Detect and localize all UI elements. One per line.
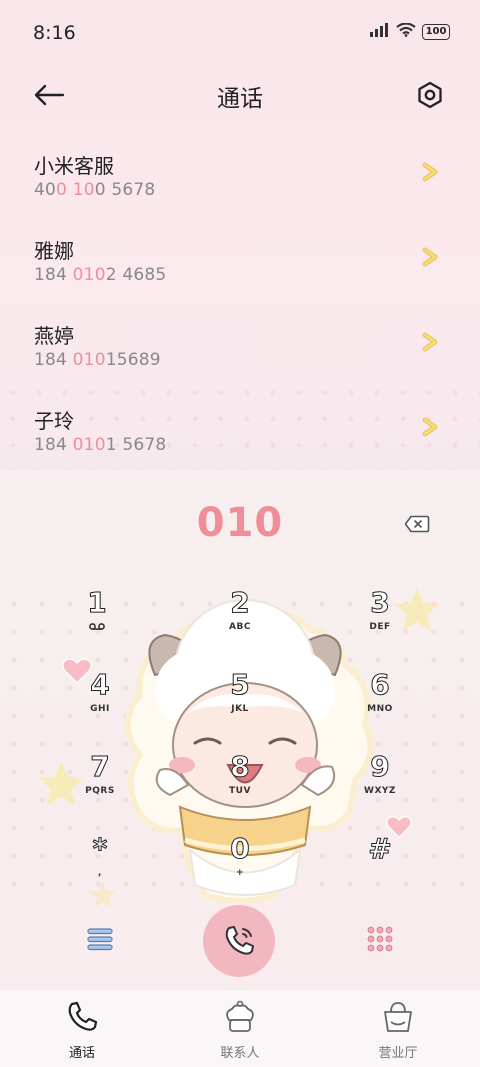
contact-number: 400 100 5678 <box>34 180 156 200</box>
page-title: 通话 <box>217 86 263 112</box>
key-7[interactable]: 7 PQRS <box>55 751 145 822</box>
contact-name: 燕婷 <box>34 324 74 348</box>
nav-item-service-hall[interactable]: 营业厅 <box>348 998 448 1061</box>
contact-row[interactable]: 燕婷 184 01015689 <box>0 300 480 385</box>
dialpad-toggle-button[interactable] <box>366 925 394 953</box>
wifi-icon <box>396 22 416 41</box>
contact-number: 184 0101 5678 <box>34 435 167 455</box>
contact-list: 小米客服 400 100 5678 雅娜 184 0102 4685 燕婷 18… <box>0 130 480 470</box>
key-3[interactable]: 3 DEF <box>335 587 425 658</box>
status-bar: 8:16 100 <box>0 0 480 66</box>
contact-name: 雅娜 <box>34 239 74 263</box>
key-9[interactable]: 9 WXYZ <box>335 751 425 822</box>
chevron-right-icon[interactable] <box>420 417 440 437</box>
chevron-right-icon[interactable] <box>420 247 440 267</box>
key-1[interactable]: 1 <box>52 587 142 658</box>
settings-hexagon-icon <box>418 81 442 109</box>
key-2[interactable]: 2 ABC <box>195 587 285 658</box>
contact-row[interactable]: 雅娜 184 0102 4685 <box>0 215 480 300</box>
chevron-right-icon[interactable] <box>420 162 440 182</box>
backspace-icon[interactable] <box>404 515 430 533</box>
contact-number: 184 0102 4685 <box>34 265 167 285</box>
phone-icon <box>68 1001 98 1031</box>
dialpad-grid-icon <box>367 926 393 952</box>
contact-row[interactable]: 子玲 184 0101 5678 <box>0 385 480 470</box>
bottom-navigation: 通话 联系人 营业厅 <box>0 990 480 1067</box>
menu-lines-icon <box>87 928 113 951</box>
phone-call-icon <box>225 926 254 955</box>
header: 通话 <box>0 70 480 120</box>
status-time: 8:16 <box>33 22 76 44</box>
settings-button[interactable] <box>410 75 450 115</box>
key-star[interactable]: * , <box>55 833 145 904</box>
contact-number: 184 01015689 <box>34 350 161 370</box>
key-0[interactable]: 0 + <box>195 833 285 904</box>
dialer-action-row <box>0 900 480 980</box>
contact-name: 小米客服 <box>34 154 114 178</box>
key-4[interactable]: 4 GHI <box>55 669 145 740</box>
contact-row[interactable]: 小米客服 400 100 5678 <box>0 130 480 215</box>
nav-item-contacts[interactable]: 联系人 <box>190 998 290 1061</box>
contact-name: 子玲 <box>34 409 74 433</box>
chevron-right-icon[interactable] <box>420 332 440 352</box>
key-8[interactable]: 8 TUV <box>195 751 285 822</box>
status-icons: 100 <box>370 22 450 41</box>
key-6[interactable]: 6 MNO <box>335 669 425 740</box>
nav-item-calls[interactable]: 通话 <box>32 998 132 1061</box>
battery-icon: 100 <box>422 23 450 40</box>
key-hash[interactable]: # <box>335 833 425 904</box>
signal-icon <box>370 22 390 41</box>
voicemail-icon <box>52 622 142 634</box>
menu-button[interactable] <box>86 926 114 952</box>
basket-icon <box>384 1002 412 1032</box>
key-5[interactable]: 5 JKL <box>195 669 285 740</box>
chef-hat-icon <box>226 1000 254 1032</box>
call-button[interactable] <box>203 905 275 977</box>
